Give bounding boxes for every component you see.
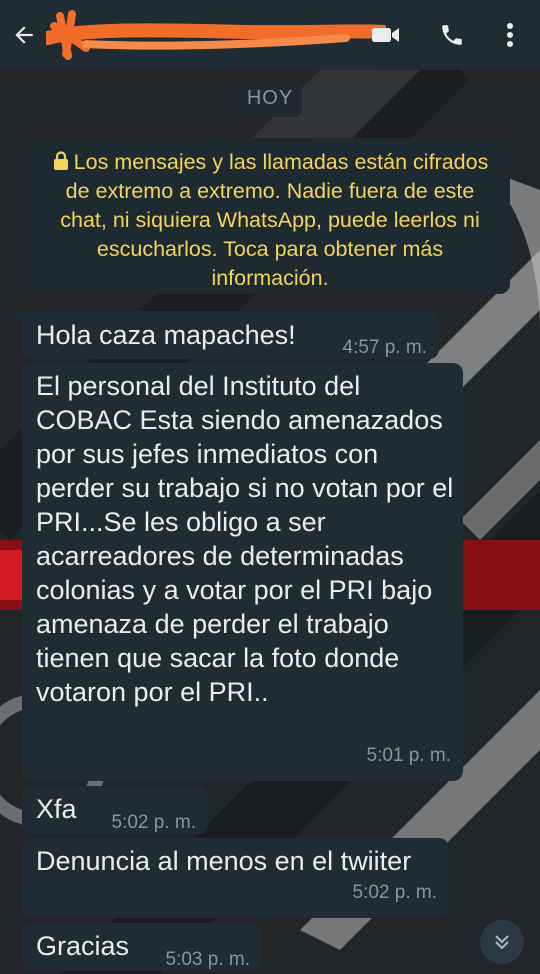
lock-icon xyxy=(53,151,68,170)
message-time: 5:03 p. m. xyxy=(165,949,251,970)
message-time: 5:01 p. m. xyxy=(366,745,452,766)
message-time: 5:02 p. m. xyxy=(111,812,197,833)
message-text: El personal del Instituto del COBAC Esta… xyxy=(36,371,454,707)
message-text: Xfa xyxy=(36,794,77,824)
contact-name-redacted[interactable] xyxy=(41,8,391,60)
more-options-button[interactable] xyxy=(494,20,526,50)
voice-call-button[interactable] xyxy=(436,20,468,50)
video-camera-icon xyxy=(372,28,399,42)
message-text: Hola caza mapaches! xyxy=(36,320,296,350)
message-bubble[interactable]: Gracias 5:03 p. m. xyxy=(22,923,262,971)
video-call-button[interactable] xyxy=(370,20,402,50)
message-time: 5:02 p. m. xyxy=(352,882,438,903)
phone-icon xyxy=(442,25,462,45)
double-chevron-down-icon xyxy=(495,935,509,950)
message-bubble[interactable]: El personal del Instituto del COBAC Esta… xyxy=(22,363,463,781)
message-time: 4:57 p. m. xyxy=(342,337,428,358)
message-bubble[interactable]: Hola caza mapaches! 4:57 p. m. xyxy=(12,311,439,359)
bubble-tail xyxy=(12,311,24,325)
message-bubble[interactable]: Xfa 5:02 p. m. xyxy=(22,786,208,834)
arrow-left-icon xyxy=(15,26,33,44)
encryption-notice-text: Los mensajes y las llamadas están cifrad… xyxy=(60,150,489,290)
message-bubble[interactable]: Denuncia al menos en el twiiter 5:02 p. … xyxy=(22,838,449,918)
message-text: Gracias xyxy=(36,931,130,961)
message-text: Denuncia al menos en el twiiter xyxy=(36,846,412,876)
date-chip: HOY xyxy=(238,79,302,117)
scroll-to-bottom-button[interactable] xyxy=(480,920,524,964)
back-button[interactable] xyxy=(8,20,40,50)
more-vertical-icon xyxy=(507,23,513,47)
redaction-scribble xyxy=(41,10,391,60)
chat-header xyxy=(0,0,540,70)
encryption-notice[interactable]: Los mensajes y las llamadas están cifrad… xyxy=(30,138,510,294)
